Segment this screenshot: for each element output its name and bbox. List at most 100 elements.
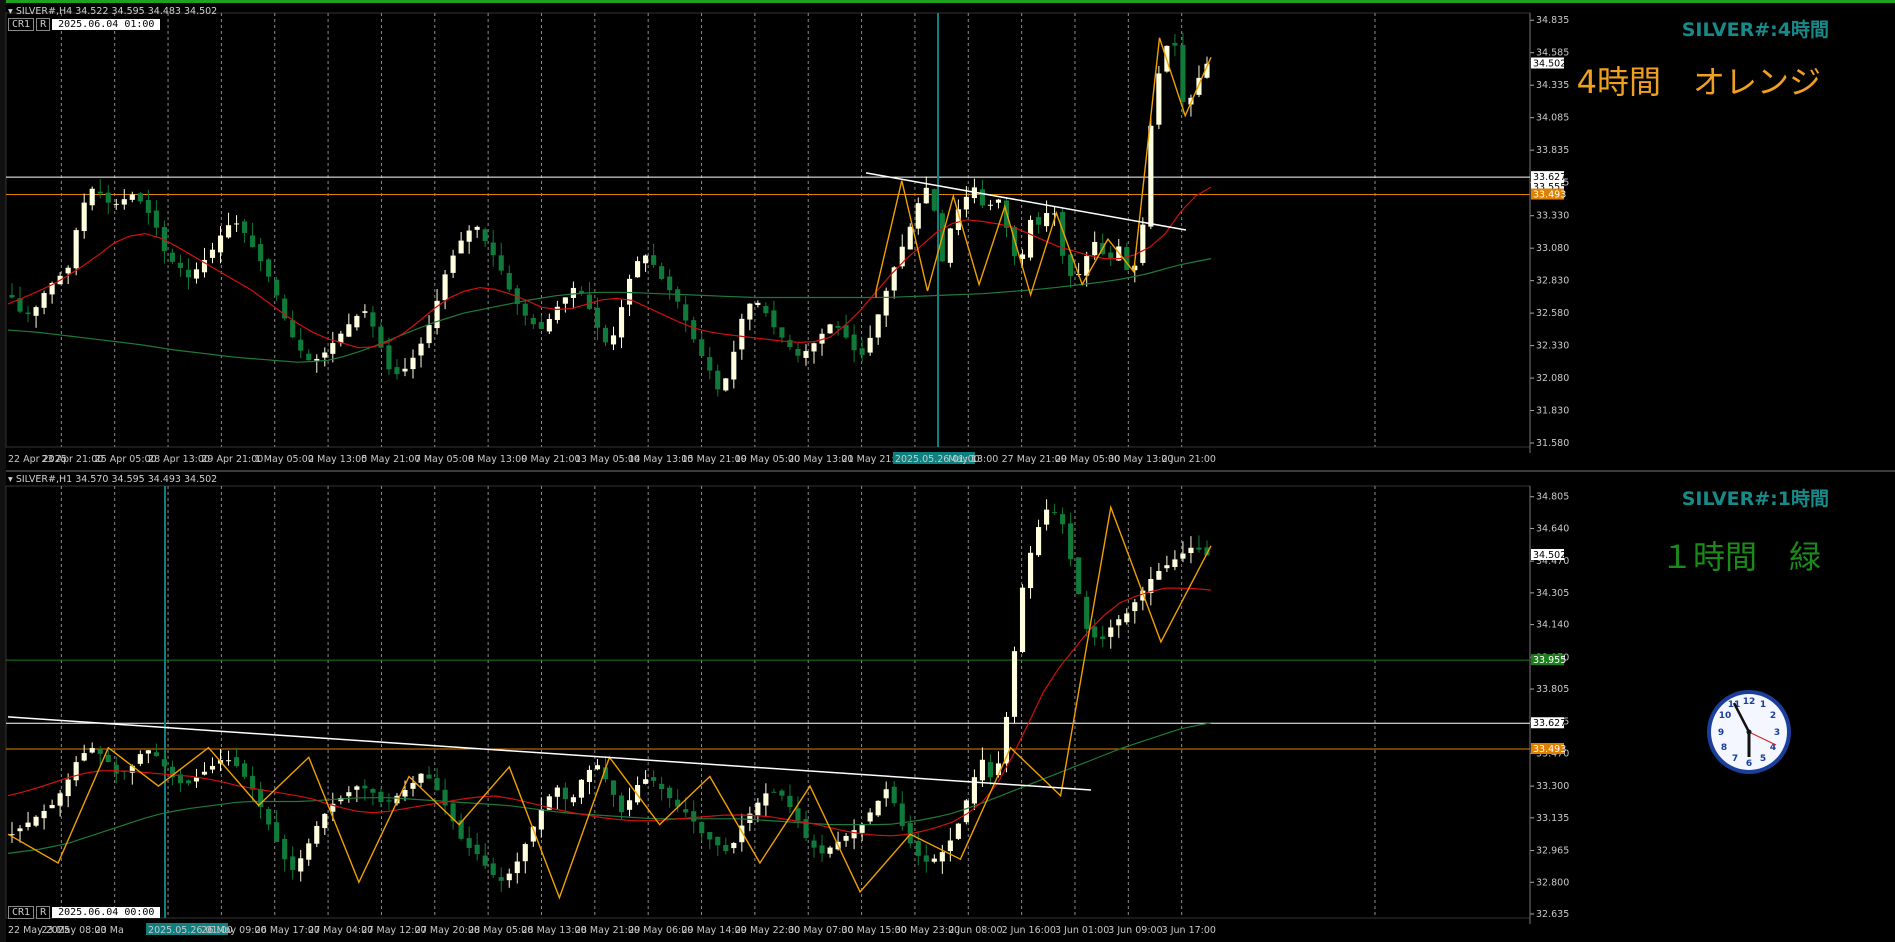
candle-body (723, 845, 729, 852)
candle-body (659, 783, 665, 789)
candle-body (771, 791, 777, 793)
y-tick-label: 32.800 (1536, 877, 1569, 888)
candle-body (282, 838, 288, 860)
candle-body (113, 764, 119, 774)
candle-body (161, 759, 167, 767)
candle-body (506, 873, 512, 881)
candle-body (418, 773, 424, 783)
candle-body (73, 230, 79, 269)
candle-body (474, 844, 480, 855)
candle-body (209, 765, 216, 770)
candle-body (1124, 247, 1130, 270)
candle-body (827, 324, 833, 334)
candle-body (346, 792, 352, 797)
candle-body (522, 844, 528, 862)
candle-body (554, 787, 560, 797)
x-tick-label: 9 May 21:00 (521, 454, 580, 465)
y-tick-label: 34.805 (1536, 492, 1569, 503)
candle-body (522, 303, 528, 316)
candle-body (1116, 619, 1122, 626)
collapse-icon[interactable]: ▾ (8, 474, 13, 485)
candle-body (891, 786, 897, 804)
y-tick-label: 34.335 (1536, 80, 1569, 91)
candle-body (338, 333, 344, 343)
candle-body (482, 855, 488, 866)
candle-body (875, 800, 881, 816)
candle-body (707, 357, 713, 371)
candle-body (209, 249, 216, 258)
candle-body (618, 795, 625, 813)
candle-body (731, 842, 737, 849)
candle-body (667, 276, 673, 291)
x-tick-label: 2 Jun 08:00 (948, 925, 1002, 936)
candle-body (466, 838, 472, 848)
candle-body (963, 800, 969, 823)
candle-body (643, 779, 649, 784)
candle-body (707, 832, 713, 840)
candle-body (25, 822, 31, 828)
candle-body (370, 312, 376, 327)
price-label: 33.493 (1533, 190, 1566, 201)
trend-line (865, 172, 1187, 231)
h1-note-text: １時間 緑 (1660, 538, 1821, 576)
x-tick-label: 7 May 05:00 (415, 454, 474, 465)
svg-text:12: 12 (1743, 697, 1756, 707)
svg-text:9: 9 (1718, 728, 1724, 738)
candle-body (145, 750, 151, 754)
candle-body (651, 255, 657, 265)
candle-body (610, 780, 617, 795)
candle-body (1092, 626, 1098, 638)
h1-timeframe-label: SILVER#:1時間 (1681, 488, 1829, 510)
candle-body (691, 320, 697, 340)
candle-body (562, 787, 568, 800)
candle-body (843, 325, 849, 338)
h1-chart-panel[interactable]: 22 May 2025 23 May 08:00 23 Ma 2025.05.26 0… (5, 470, 1895, 942)
candle-body (434, 778, 440, 791)
candle-body (1076, 557, 1082, 594)
y-tick-label: 33.135 (1536, 813, 1569, 824)
x-tick-label: May 13:00 (948, 454, 998, 465)
candle-body (410, 783, 416, 789)
candle-body (514, 861, 520, 874)
candle-body (683, 304, 689, 321)
candle-body (570, 287, 576, 298)
candle-body (915, 203, 921, 229)
candle-body (394, 367, 400, 375)
candle-body (129, 194, 135, 200)
candle-body (1027, 219, 1034, 258)
y-tick-label: 34.640 (1536, 523, 1569, 534)
candle-body (1180, 44, 1186, 103)
h4-r-label: R (36, 18, 51, 31)
candle-body (643, 255, 649, 264)
candle-body (242, 221, 248, 233)
candle-body (979, 759, 985, 781)
x-tick-label: 23 Ma (95, 925, 124, 936)
h4-chart-panel[interactable]: 22 Apr 2025 23 Apr 21:00 25 Apr 05:00 28 Ap… (5, 0, 1895, 468)
collapse-icon[interactable]: ▾ (8, 6, 13, 17)
candle-body (963, 196, 969, 210)
candle-body (426, 774, 432, 779)
candle-body (105, 754, 111, 763)
candle-body (811, 840, 817, 848)
trend-line (7, 716, 1092, 791)
h4-datetime-tag: 2025.06.04 01:00 (52, 19, 161, 30)
candle-body (618, 307, 625, 338)
candle-body (915, 841, 921, 856)
candle-body (41, 293, 47, 308)
candle-body (25, 312, 31, 315)
candle-body (867, 337, 873, 353)
candle-body (193, 777, 200, 782)
candle-body (402, 789, 408, 797)
candle-body (266, 808, 272, 825)
candle-body (386, 800, 392, 802)
candle-body (442, 789, 448, 806)
candle-body (306, 843, 312, 860)
x-tick-label: 3 Jun 01:00 (1055, 925, 1109, 936)
candle-body (610, 335, 617, 345)
h1-chart-canvas[interactable]: 22 May 202523 May 08:0023 Ma 2025.05.26 0… (5, 472, 1895, 942)
candle-body (835, 325, 841, 328)
candle-body (330, 343, 336, 354)
candle-body (602, 327, 609, 343)
candle-body (1188, 547, 1194, 554)
y-tick-label: 34.835 (1536, 15, 1569, 26)
